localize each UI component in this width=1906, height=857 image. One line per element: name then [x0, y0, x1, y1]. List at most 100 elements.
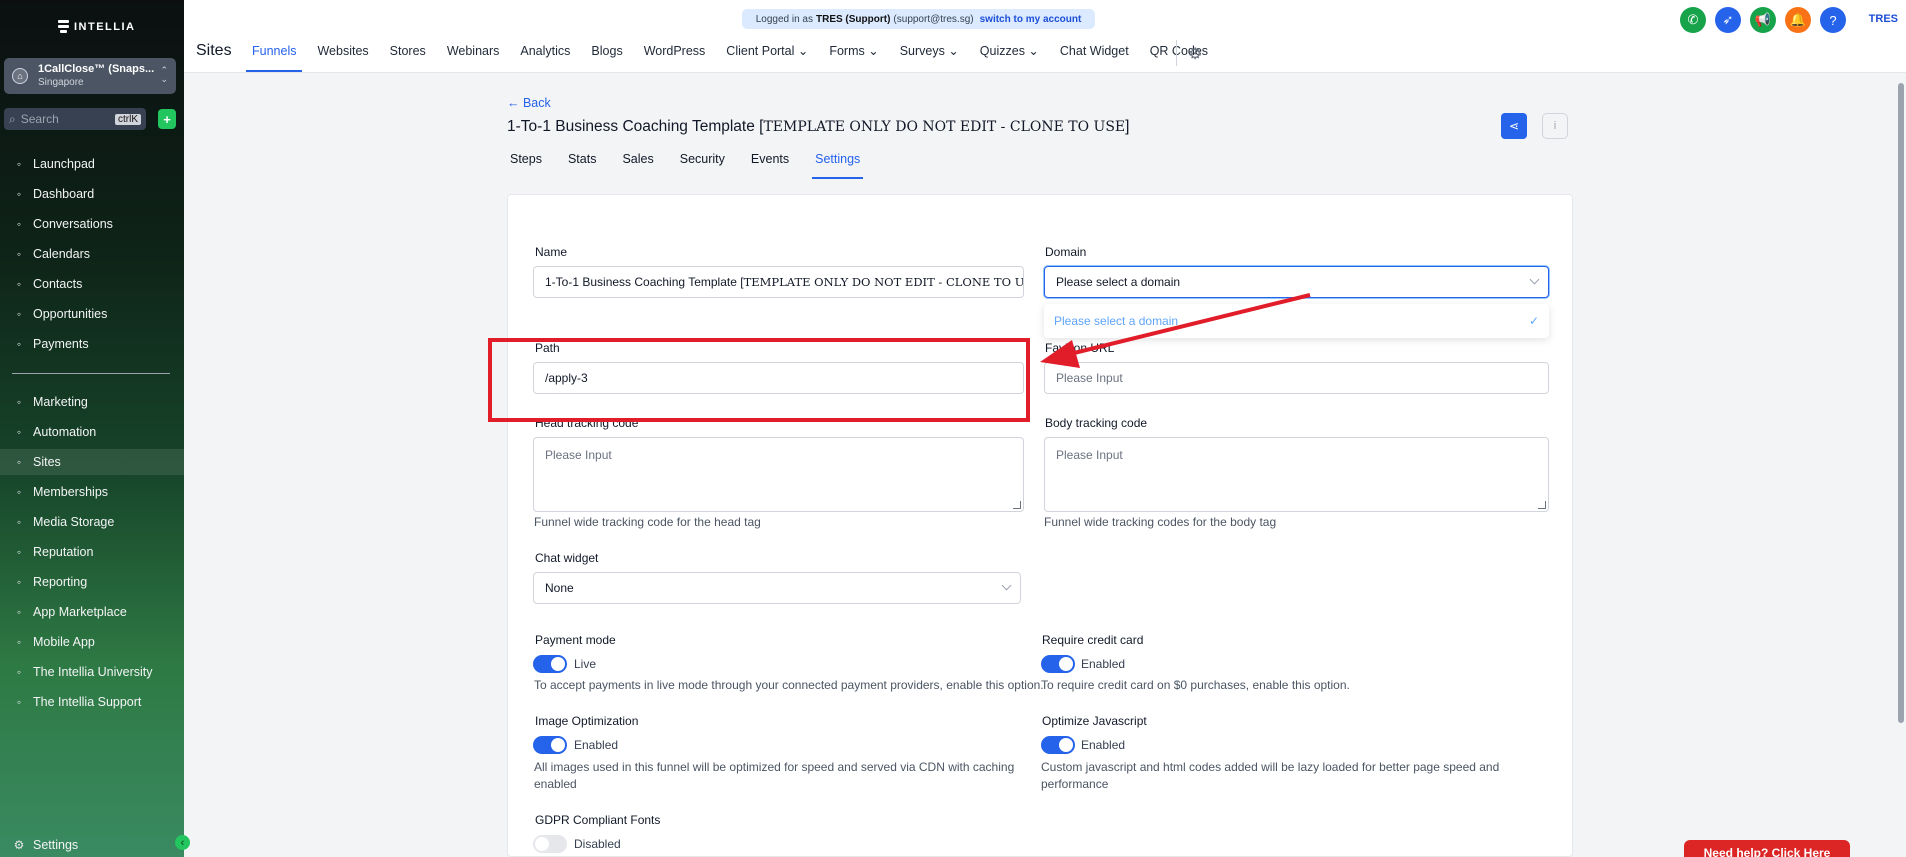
sidebar-item-reputation[interactable]: ◦ Reputation [0, 539, 184, 565]
search-shortcut: ctrlK [115, 113, 141, 125]
image-icon: ◦ [16, 515, 22, 529]
page-section-title: Sites [196, 42, 232, 59]
tab-webinars[interactable]: Webinars [447, 44, 500, 58]
tab-analytics[interactable]: Analytics [520, 44, 570, 58]
image-opt-state: Enabled [574, 738, 619, 752]
favicon-label: Favicon URL [1045, 341, 1115, 355]
share-icon[interactable]: ⋖ [1501, 113, 1527, 139]
js-opt-toggle[interactable] [1041, 736, 1075, 754]
search-placeholder: Search [20, 112, 59, 126]
banner-email: (support@tres.sg) [893, 13, 974, 25]
info-icon[interactable]: i [1542, 113, 1568, 139]
chevron-updown-icon: ⌃ ⌄ [160, 65, 168, 84]
tab-websites[interactable]: Websites [317, 44, 368, 58]
head-code-textarea[interactable]: Please Input [533, 437, 1024, 512]
collapse-sidebar-icon[interactable]: ‹ [175, 835, 190, 850]
account-name: 1CallClose™ (Snaps... [38, 63, 155, 75]
domain-dropdown-menu[interactable]: Please select a domain ✓ [1044, 304, 1549, 338]
rocket-icon[interactable]: ➶ [1715, 7, 1741, 33]
sidebar: INTELLIA ⌂ 1CallClose™ (Snaps... Singapo… [0, 0, 190, 857]
tab-settings[interactable]: Settings [812, 152, 864, 179]
sidebar-item-marketing[interactable]: ◦ Marketing [0, 389, 184, 415]
header-actions: ✆ ➶ 📢 🔔? [1680, 7, 1846, 33]
sidebar-item-calendars[interactable]: ◦ Calendars [0, 241, 184, 267]
sidebar-item-payments[interactable]: ◦ Payments [0, 331, 184, 357]
account-switcher[interactable]: ⌂ 1CallClose™ (Snaps... Singapore ⌃ ⌄ [4, 58, 176, 94]
tab-surveys[interactable]: Surveys ⌄ [900, 43, 959, 58]
tab-events[interactable]: Events [751, 152, 789, 166]
sidebar-item-settings[interactable]: ⚙ Settings [0, 832, 184, 857]
quick-add-button[interactable]: + [158, 109, 176, 129]
gear-icon[interactable]: ⚙ [1188, 44, 1202, 64]
image-opt-help: All images used in this funnel will be o… [534, 760, 1015, 791]
page-title: 1-To-1 Business Coaching Template [TEMPL… [507, 118, 1129, 136]
name-input[interactable]: 1-To-1 Business Coaching Template [TEMPL… [533, 266, 1024, 298]
tab-security[interactable]: Security [680, 152, 725, 166]
sidebar-item-label: Conversations [33, 217, 113, 231]
brand-logo[interactable]: INTELLIA [58, 20, 136, 34]
sidebar-item-media-storage[interactable]: ◦ Media Storage [0, 509, 184, 535]
tab-forms[interactable]: Forms ⌄ [829, 43, 878, 58]
sidebar-item-opportunities[interactable]: ◦ Opportunities [0, 301, 184, 327]
sidebar-item-launchpad[interactable]: ◦ Launchpad [0, 151, 184, 177]
tab-quizzes[interactable]: Quizzes ⌄ [980, 43, 1039, 58]
sidebar-item-app-marketplace[interactable]: ◦ App Marketplace [0, 599, 184, 625]
scrollbar-thumb[interactable] [1898, 83, 1904, 723]
sidebar-item-label: App Marketplace [33, 605, 127, 619]
domain-select[interactable]: Please select a domain [1044, 266, 1549, 298]
page-scrollbar[interactable] [1896, 73, 1906, 857]
sidebar-item-conversations[interactable]: ◦ Conversations [0, 211, 184, 237]
search-input[interactable]: ⌕ Search ctrlK [4, 108, 146, 130]
sidebar-item-contacts[interactable]: ◦ Contacts [0, 271, 184, 297]
credit-card-toggle[interactable] [1041, 655, 1075, 673]
chat-widget-select[interactable]: None [533, 572, 1021, 604]
tab-chat-widget[interactable]: Chat Widget [1060, 44, 1129, 58]
opportunities-icon: ◦ [16, 307, 22, 321]
domain-option[interactable]: Please select a domain [1054, 314, 1178, 328]
image-opt-toggle[interactable] [533, 736, 567, 754]
sidebar-item-sites[interactable]: ◦ Sites [0, 449, 184, 475]
chart-icon: ◦ [16, 575, 22, 589]
sites-icon: ◦ [16, 455, 22, 469]
payments-icon: ◦ [16, 337, 22, 351]
body-code-textarea[interactable]: Please Input [1044, 437, 1549, 512]
favicon-input[interactable]: Please Input [1044, 362, 1549, 394]
back-link[interactable]: ← Back [507, 96, 551, 110]
brand-name: INTELLIA [74, 21, 136, 33]
payment-mode-toggle[interactable] [533, 655, 567, 673]
bell-icon[interactable]: 🔔 [1785, 7, 1811, 33]
gdpr-toggle[interactable] [533, 835, 567, 853]
sidebar-item-the-intellia-support[interactable]: ◦ The Intellia Support [0, 689, 184, 715]
tab-wordpress[interactable]: WordPress [644, 44, 706, 58]
tab-blogs[interactable]: Blogs [591, 44, 622, 58]
need-help-button[interactable]: Need help? Click Here [1684, 840, 1850, 857]
sidebar-item-mobile-app[interactable]: ◦ Mobile App [0, 629, 184, 655]
tab-funnels[interactable]: Funnels [245, 44, 304, 72]
js-opt-state: Enabled [1081, 738, 1126, 752]
sidebar-item-the-intellia-university[interactable]: ◦ The Intellia University [0, 659, 184, 685]
tab-stores[interactable]: Stores [390, 44, 426, 58]
sidebar-item-memberships[interactable]: ◦ Memberships [0, 479, 184, 505]
js-opt-label: Optimize Javascript [1042, 714, 1147, 728]
chevron-down-icon [1001, 580, 1012, 591]
megaphone-icon[interactable]: 📢 [1750, 7, 1776, 33]
tab-steps[interactable]: Steps [510, 152, 542, 166]
payment-mode-help: To accept payments in live mode through … [534, 678, 1044, 692]
tab-stats[interactable]: Stats [568, 152, 597, 166]
switch-account-link[interactable]: switch to my account [980, 14, 1082, 25]
grid-icon: ◦ [16, 187, 22, 201]
tab-sales[interactable]: Sales [622, 152, 653, 166]
sidebar-item-automation[interactable]: ◦ Automation [0, 419, 184, 445]
graduation-icon: ◦ [16, 665, 22, 679]
mobile-icon: ◦ [16, 635, 22, 649]
phone-icon[interactable]: ✆ [1680, 7, 1706, 33]
tab-client-portal[interactable]: Client Portal ⌄ [726, 43, 808, 58]
name-label: Name [535, 245, 568, 259]
sidebar-item-label: Contacts [33, 277, 83, 291]
user-avatar[interactable]: TRES [1869, 13, 1898, 25]
sidebar-item-reporting[interactable]: ◦ Reporting [0, 569, 184, 595]
gear-icon: ⚙ [13, 838, 25, 852]
sidebar-divider [12, 373, 170, 374]
sidebar-item-dashboard[interactable]: ◦ Dashboard [0, 181, 184, 207]
help-icon[interactable]: ? [1820, 7, 1846, 33]
